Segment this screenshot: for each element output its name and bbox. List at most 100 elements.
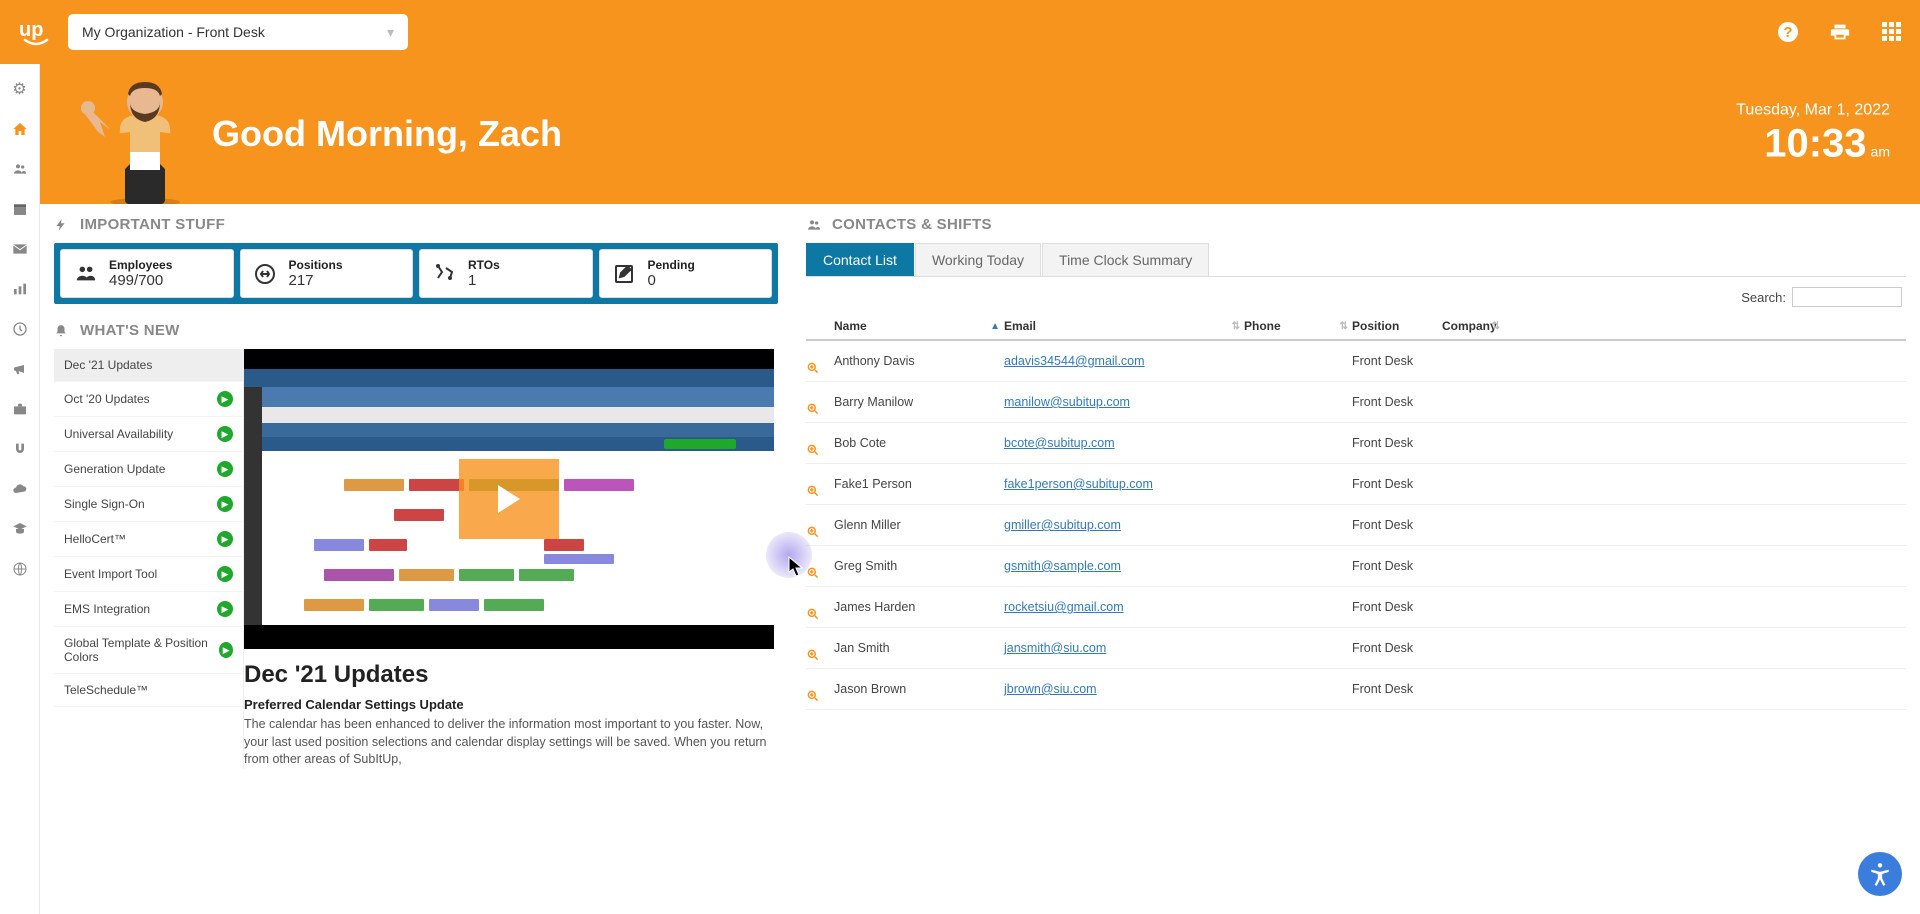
column-header-company[interactable]: Company⇅ xyxy=(1442,319,1504,333)
app-logo[interactable]: up xyxy=(16,12,56,52)
magnify-icon[interactable] xyxy=(806,443,834,457)
whats-new-item[interactable]: Universal Availability▶ xyxy=(54,417,243,452)
contacts-tabs: Contact ListWorking TodayTime Clock Summ… xyxy=(806,243,1906,277)
tab-contact-list[interactable]: Contact List xyxy=(806,243,914,276)
cloud-icon[interactable] xyxy=(11,480,29,498)
people-icon[interactable] xyxy=(11,160,29,178)
magnify-icon[interactable] xyxy=(806,525,834,539)
whats-new-item[interactable]: Generation Update▶ xyxy=(54,452,243,487)
contact-email[interactable]: bcote@subitup.com xyxy=(1004,436,1244,450)
avatar-illustration xyxy=(70,64,200,204)
contact-position: Front Desk xyxy=(1352,682,1442,696)
table-row: James Hardenrocketsiu@gmail.comFront Des… xyxy=(806,587,1906,628)
table-row: Glenn Millergmiller@subitup.comFront Des… xyxy=(806,505,1906,546)
magnify-icon[interactable] xyxy=(806,484,834,498)
whats-new-list: Dec '21 UpdatesOct '20 Updates▶Universal… xyxy=(54,349,244,769)
whats-new-item[interactable]: Event Import Tool▶ xyxy=(54,557,243,592)
stat-card-employees[interactable]: Employees499/700 xyxy=(60,249,234,298)
stat-card-pending[interactable]: Pending0 xyxy=(599,249,773,298)
contact-position: Front Desk xyxy=(1352,477,1442,491)
contact-name: Anthony Davis xyxy=(834,354,1004,368)
contact-email[interactable]: gsmith@sample.com xyxy=(1004,559,1244,573)
bell-icon xyxy=(54,323,70,339)
whats-new-item[interactable]: TeleSchedule™ xyxy=(54,674,243,707)
gear-icon[interactable]: ⚙ xyxy=(11,80,29,98)
left-nav-rail: ⚙ xyxy=(0,64,40,914)
magnify-icon[interactable] xyxy=(806,361,834,375)
whats-new-item[interactable]: EMS Integration▶ xyxy=(54,592,243,627)
print-icon[interactable] xyxy=(1828,20,1852,44)
table-row: Anthony Davisadavis34544@gmail.com Front … xyxy=(806,341,1906,382)
column-header-email[interactable]: Email⇅ xyxy=(1004,319,1244,333)
bolt-icon xyxy=(54,217,70,233)
people-icon xyxy=(806,217,822,233)
article-title: Dec '21 Updates xyxy=(244,661,778,689)
contact-email[interactable]: jansmith@siu.com xyxy=(1004,641,1244,655)
tab-working-today[interactable]: Working Today xyxy=(915,243,1041,276)
contact-email[interactable]: rocketsiu@gmail.com xyxy=(1004,600,1244,614)
stat-icon xyxy=(73,262,97,286)
search-input[interactable] xyxy=(1792,287,1902,307)
contact-position: Front Desk xyxy=(1352,354,1442,368)
accessibility-button[interactable] xyxy=(1858,852,1902,896)
megaphone-icon[interactable] xyxy=(11,360,29,378)
current-time: 10:33 xyxy=(1764,122,1866,166)
article-subtitle: Preferred Calendar Settings Update xyxy=(244,697,778,712)
contact-email[interactable]: fake1person@subitup.com xyxy=(1004,477,1244,491)
contact-name: Jason Brown xyxy=(834,682,1004,696)
whats-new-item[interactable]: Global Template & Position Colors▶ xyxy=(54,627,243,674)
graduation-icon[interactable] xyxy=(11,520,29,538)
contact-email[interactable]: gmiller@subitup.com xyxy=(1004,518,1244,532)
calendar-icon[interactable] xyxy=(11,200,29,218)
contacts-table: Name▲ Email⇅ Phone⇅ Position Company⇅ An… xyxy=(806,313,1906,721)
arrow-right-icon: ▶ xyxy=(217,461,233,477)
table-row: Barry Manilowmanilow@subitup.comFront De… xyxy=(806,382,1906,423)
stat-card-positions[interactable]: Positions217 xyxy=(240,249,414,298)
apps-grid-icon[interactable] xyxy=(1880,20,1904,44)
tab-time-clock-summary[interactable]: Time Clock Summary xyxy=(1042,243,1209,276)
whats-new-item[interactable]: Single Sign-On▶ xyxy=(54,487,243,522)
help-icon[interactable]: ? xyxy=(1776,20,1800,44)
magnify-icon[interactable] xyxy=(806,689,834,703)
column-header-name[interactable]: Name▲ xyxy=(834,319,1004,333)
contact-name: Bob Cote xyxy=(834,436,1004,450)
organization-name: My Organization - Front Desk xyxy=(82,24,265,40)
contact-email[interactable]: jbrown@siu.com xyxy=(1004,682,1244,696)
home-icon[interactable] xyxy=(11,120,29,138)
stat-card-rtos[interactable]: RTOs1 xyxy=(419,249,593,298)
column-header-phone[interactable]: Phone⇅ xyxy=(1244,319,1352,333)
contact-name: Greg Smith xyxy=(834,559,1004,573)
magnify-icon[interactable] xyxy=(806,648,834,662)
contact-email[interactable]: manilow@subitup.com xyxy=(1004,395,1244,409)
contact-position: Front Desk xyxy=(1352,559,1442,573)
magnet-icon[interactable] xyxy=(11,440,29,458)
briefcase-icon[interactable] xyxy=(11,400,29,418)
whats-new-item[interactable]: Dec '21 Updates xyxy=(54,349,243,382)
contact-email[interactable]: adavis34544@gmail.com xyxy=(1004,354,1244,368)
whats-new-item[interactable]: Oct '20 Updates▶ xyxy=(54,382,243,417)
magnify-icon[interactable] xyxy=(806,566,834,580)
magnify-icon[interactable] xyxy=(806,402,834,416)
arrow-right-icon: ▶ xyxy=(217,566,233,582)
top-bar: up My Organization - Front Desk ▾ ? xyxy=(0,0,1920,64)
arrow-right-icon: ▶ xyxy=(217,531,233,547)
globe-icon[interactable] xyxy=(11,560,29,578)
article-body: The calendar has been enhanced to delive… xyxy=(244,716,778,769)
contact-position: Front Desk xyxy=(1352,518,1442,532)
whats-new-item[interactable]: HelloCert™▶ xyxy=(54,522,243,557)
clock-icon[interactable] xyxy=(11,320,29,338)
chart-icon[interactable] xyxy=(11,280,29,298)
magnify-icon[interactable] xyxy=(806,607,834,621)
column-header-position[interactable]: Position xyxy=(1352,319,1442,333)
contact-position: Front Desk xyxy=(1352,600,1442,614)
play-button[interactable] xyxy=(459,459,559,539)
mail-icon[interactable] xyxy=(11,240,29,258)
video-thumbnail[interactable] xyxy=(244,349,774,649)
table-row: Greg Smithgsmith@sample.com Front Desk xyxy=(806,546,1906,587)
table-row: Jan Smithjansmith@siu.comFront Desk xyxy=(806,628,1906,669)
table-row: Jason Brownjbrown@siu.com Front Desk xyxy=(806,669,1906,710)
datetime-display: Tuesday, Mar 1, 2022 10:33am xyxy=(1736,102,1890,167)
organization-selector[interactable]: My Organization - Front Desk ▾ xyxy=(68,14,408,50)
contact-position: Front Desk xyxy=(1352,641,1442,655)
table-row: Fake1 Personfake1person@subitup.comFront… xyxy=(806,464,1906,505)
